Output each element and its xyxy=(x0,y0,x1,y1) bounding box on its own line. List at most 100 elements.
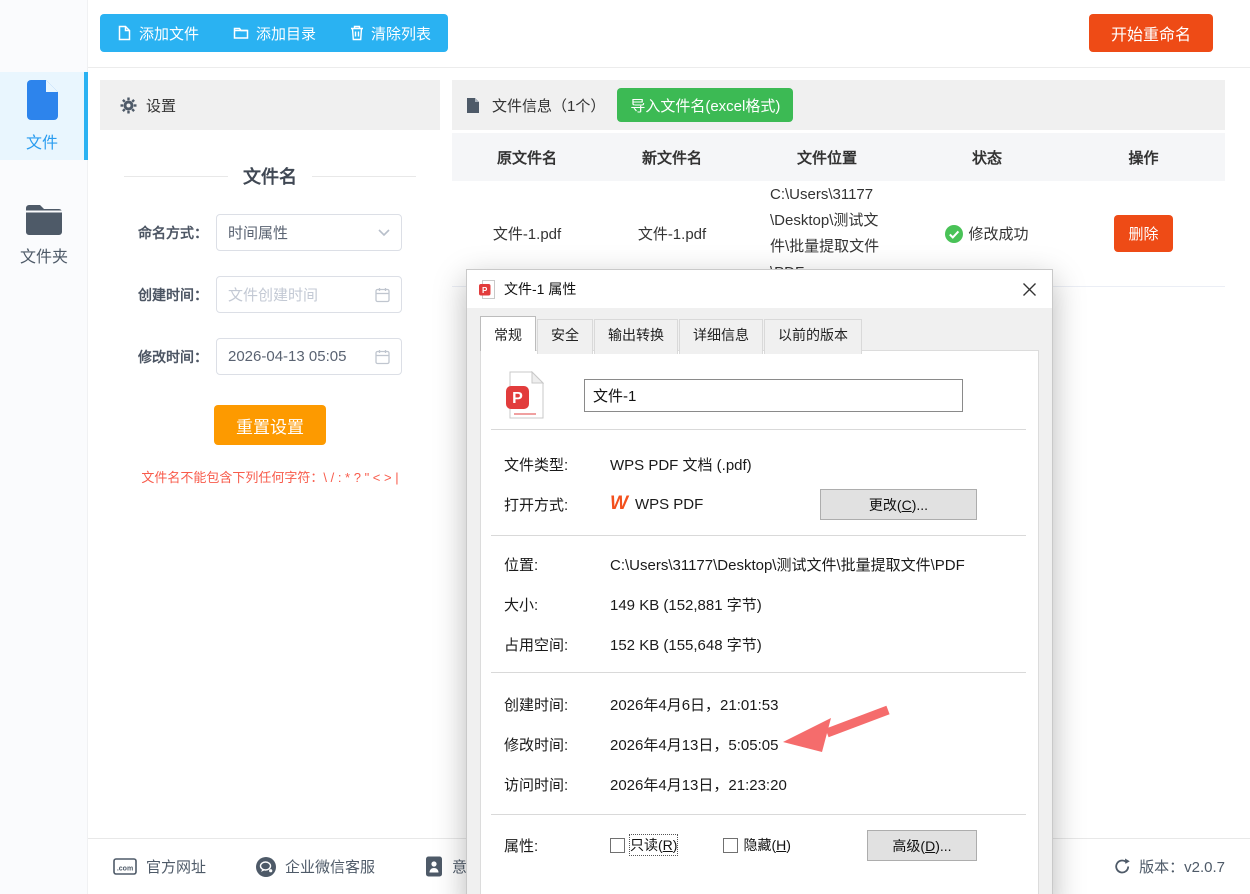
top-toolbar: 添加文件 添加目录 清除列表 开始重命名 xyxy=(88,0,1250,68)
accessed-row: 访问时间: 2026年4月13日，21:23:20 xyxy=(504,769,1026,799)
sidebar-item-folder-label: 文件夹 xyxy=(19,248,68,266)
column-path: 文件位置 xyxy=(796,149,857,167)
create-time-input[interactable]: 文件创建时间 xyxy=(216,276,402,313)
gear-icon xyxy=(120,97,137,114)
settings-header-label: 设置 xyxy=(146,97,177,115)
location-label: 位置: xyxy=(504,556,539,574)
filename-warning-text: 文件名不能包含下列任何字符：\ / : * ? " < > | xyxy=(141,470,399,485)
location-row: 位置: C:\Users\31177\Desktop\测试文件\批量提取文件\P… xyxy=(504,549,1026,579)
naming-method-value: 时间属性 xyxy=(228,225,289,242)
dialog-titlebar[interactable]: P 文件-1 属性 xyxy=(467,270,1052,308)
modified-row: 修改时间: 2026年4月13日，5:05:05 xyxy=(504,729,1026,759)
divider xyxy=(491,672,1026,673)
properties-dialog: P 文件-1 属性 常规 安全 输出转换 详细信息 以前的版本 P 文件类 xyxy=(466,269,1053,894)
created-row: 创建时间: 2026年4月6日，21:01:53 xyxy=(504,689,1026,719)
file-type-row: 文件类型: WPS PDF 文档 (.pdf) xyxy=(504,449,1026,479)
folder-icon xyxy=(24,202,64,235)
svg-text:P: P xyxy=(482,285,488,294)
divider xyxy=(491,535,1026,536)
create-time-placeholder: 文件创建时间 xyxy=(228,287,319,304)
column-new-name: 新文件名 xyxy=(641,149,702,167)
checkbox-box[interactable] xyxy=(723,837,739,853)
size-value: 149 KB (152,881 字节) xyxy=(610,596,762,614)
dialog-general-page: P 文件类型: WPS PDF 文档 (.pdf) 打开方式: W WPS PD… xyxy=(480,350,1039,894)
refresh-icon[interactable] xyxy=(1114,858,1131,875)
tab-security[interactable]: 安全 xyxy=(537,319,593,354)
app-window: 文件 文件夹 添加文件 添加目录 清除列表 开始重命名 设置 文件名 命名方式：… xyxy=(0,0,1250,894)
sidebar-item-file-label: 文件 xyxy=(25,135,58,152)
size-row: 大小: 149 KB (152,881 字节) xyxy=(504,589,1026,619)
divider xyxy=(491,429,1026,430)
hidden-checkbox[interactable]: 隐藏(H) xyxy=(723,835,791,855)
official-site-link[interactable]: .com 官方网址 xyxy=(113,856,206,877)
size-on-disk-label: 占用空间: xyxy=(504,636,569,654)
success-check-icon xyxy=(945,224,964,243)
sidebar: 文件 文件夹 xyxy=(0,0,88,894)
import-filenames-button[interactable]: 导入文件名(excel格式) xyxy=(617,88,794,122)
version-text: 版本：v2.0.7 xyxy=(1139,859,1225,876)
created-value: 2026年4月6日，21:01:53 xyxy=(610,696,779,714)
cell-new-name: 文件-1.pdf xyxy=(637,226,707,243)
sidebar-item-file[interactable]: 文件 xyxy=(0,72,88,160)
start-rename-button[interactable]: 开始重命名 xyxy=(1088,14,1213,52)
divider xyxy=(124,175,228,177)
cell-status: 修改成功 xyxy=(912,223,1062,244)
wechat-support-link[interactable]: 企业微信客服 xyxy=(256,856,375,877)
location-value: C:\Users\31177\Desktop\测试文件\批量提取文件\PDF xyxy=(610,556,965,574)
file-info-title: 文件信息（1个） xyxy=(492,97,606,115)
modify-time-input[interactable]: 2026-04-13 05:05 xyxy=(216,338,402,375)
divider xyxy=(491,814,1026,815)
add-file-button[interactable]: 添加文件 xyxy=(100,14,216,52)
add-file-icon xyxy=(117,25,132,41)
create-time-row: 创建时间： 文件创建时间 xyxy=(126,276,440,313)
com-icon: .com xyxy=(113,857,137,876)
open-with-value: WPS PDF xyxy=(634,495,704,513)
naming-method-select[interactable]: 时间属性 xyxy=(216,214,402,251)
pdf-file-icon-large: P xyxy=(504,371,544,419)
sidebar-item-folder[interactable]: 文件夹 xyxy=(0,188,88,280)
file-name-input[interactable] xyxy=(584,378,963,412)
size-label: 大小: xyxy=(504,596,539,614)
add-directory-button[interactable]: 添加目录 xyxy=(216,14,333,52)
chat-icon xyxy=(256,856,277,877)
modified-value: 2026年4月13日，5:05:05 xyxy=(610,736,779,754)
tab-output-convert[interactable]: 输出转换 xyxy=(594,319,678,354)
clear-list-button[interactable]: 清除列表 xyxy=(333,14,448,52)
reset-settings-button[interactable]: 重置设置 xyxy=(214,405,326,445)
divider xyxy=(312,175,416,177)
created-label: 创建时间: xyxy=(504,696,569,714)
calendar-icon xyxy=(375,287,390,303)
file-type-label: 文件类型: xyxy=(504,456,569,474)
document-icon xyxy=(466,97,480,114)
tab-previous-versions[interactable]: 以前的版本 xyxy=(764,319,862,354)
tab-general[interactable]: 常规 xyxy=(480,316,536,351)
column-status: 状态 xyxy=(971,149,1002,167)
advanced-button[interactable]: 高级(D)... xyxy=(867,830,977,861)
dialog-title: 文件-1 属性 xyxy=(504,281,577,297)
close-icon[interactable] xyxy=(1009,273,1049,305)
tab-details[interactable]: 详细信息 xyxy=(679,319,763,354)
modified-label: 修改时间: xyxy=(504,736,569,754)
file-type-value: WPS PDF 文档 (.pdf) xyxy=(610,456,752,474)
status-text: 修改成功 xyxy=(968,226,1029,243)
checkbox-box[interactable] xyxy=(610,837,625,853)
cell-old-name: 文件-1.pdf xyxy=(492,226,562,243)
filename-section-title: 文件名 xyxy=(124,163,416,189)
trash-icon xyxy=(350,25,364,41)
change-app-button[interactable]: 更改(C)... xyxy=(820,489,977,520)
delete-button[interactable]: 删除 xyxy=(1114,215,1173,252)
naming-method-label: 命名方式： xyxy=(138,224,208,241)
table-header: 原文件名 新文件名 文件位置 状态 操作 xyxy=(452,133,1225,181)
file-name-row: P xyxy=(504,371,1026,419)
add-directory-icon xyxy=(233,26,249,40)
svg-text:P: P xyxy=(512,390,523,407)
accessed-value: 2026年4月13日，21:23:20 xyxy=(610,776,787,794)
modify-time-row: 修改时间： 2026-04-13 05:05 xyxy=(126,338,440,375)
file-info-panel: 文件信息（1个） 导入文件名(excel格式) 原文件名 新文件名 文件位置 状… xyxy=(452,80,1225,287)
open-with-label: 打开方式: xyxy=(504,496,569,514)
settings-panel: 设置 文件名 命名方式： 时间属性 创建时间： 文件创建时间 修改时间： 202… xyxy=(100,80,440,838)
readonly-checkbox[interactable]: 只读(R) xyxy=(610,834,679,856)
accessed-label: 访问时间: xyxy=(504,776,569,794)
version-info: 版本：v2.0.7 xyxy=(1114,856,1225,877)
column-old-name: 原文件名 xyxy=(496,149,557,167)
